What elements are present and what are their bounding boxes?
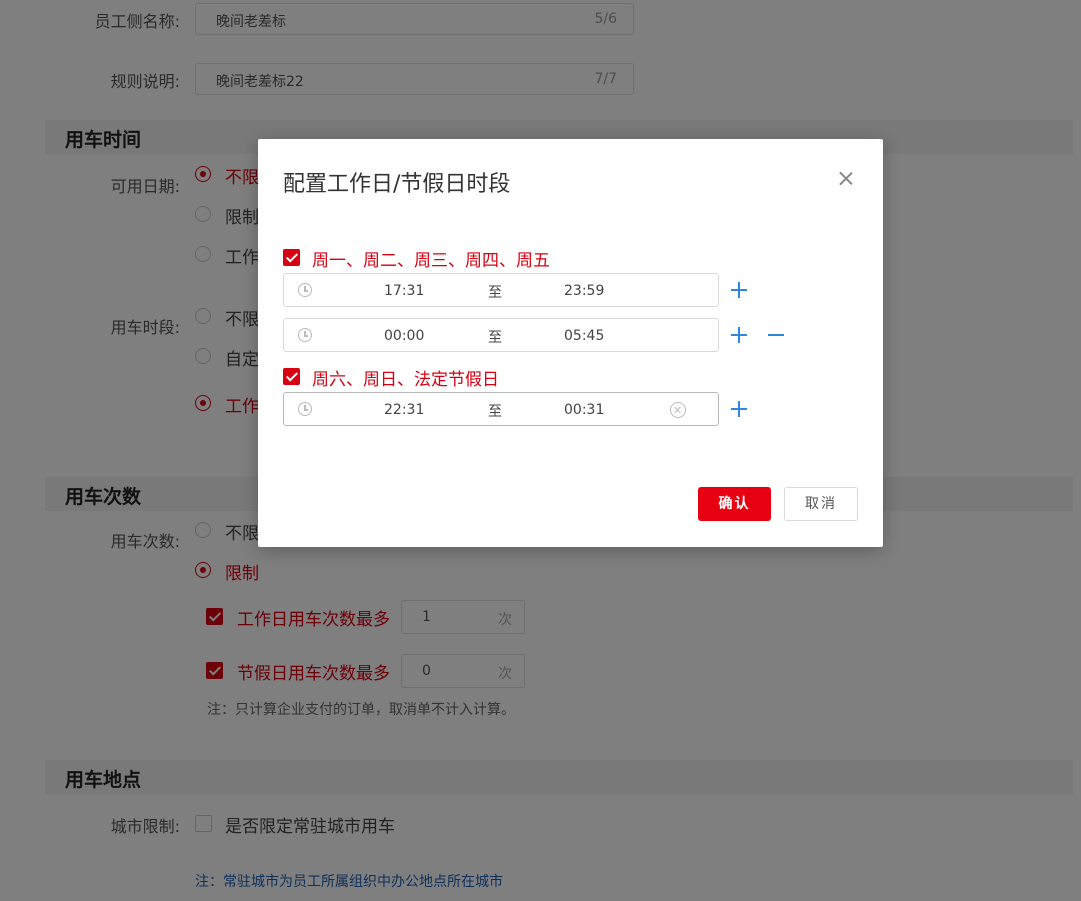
- add-range-plus-icon[interactable]: [731, 327, 747, 343]
- dialog-title: 配置工作日/节假日时段: [283, 172, 511, 197]
- workday-time-range-2[interactable]: 00:00 至 05:45: [283, 318, 719, 352]
- range-end-time[interactable]: 05:45: [564, 328, 604, 344]
- holiday-group-label: 周六、周日、法定节假日: [312, 370, 499, 390]
- time-config-dialog: 配置工作日/节假日时段 周一、周二、周三、周四、周五 17:31 至 23:59…: [258, 139, 883, 547]
- clear-circle-x-icon[interactable]: [670, 402, 686, 418]
- range-separator: 至: [488, 330, 502, 346]
- close-icon[interactable]: [836, 169, 856, 189]
- range-start-time[interactable]: 22:31: [384, 402, 424, 418]
- workday-group-checkbox[interactable]: [283, 249, 300, 266]
- clock-icon: [298, 328, 312, 342]
- confirm-button[interactable]: 确认: [698, 487, 771, 521]
- clock-icon: [298, 402, 312, 416]
- workday-time-range-1[interactable]: 17:31 至 23:59: [283, 273, 719, 307]
- range-start-time[interactable]: 00:00: [384, 328, 424, 344]
- clock-icon: [298, 283, 312, 297]
- holiday-group-checkbox[interactable]: [283, 368, 300, 385]
- remove-range-minus-icon[interactable]: [768, 327, 784, 343]
- workday-group-label: 周一、周二、周三、周四、周五: [312, 251, 550, 271]
- range-end-time[interactable]: 00:31: [564, 402, 604, 418]
- add-range-plus-icon[interactable]: [731, 282, 747, 298]
- add-range-plus-icon[interactable]: [731, 401, 747, 417]
- holiday-time-range-1[interactable]: 22:31 至 00:31: [283, 392, 719, 426]
- range-separator: 至: [488, 404, 502, 420]
- range-start-time[interactable]: 17:31: [384, 283, 424, 299]
- range-separator: 至: [488, 285, 502, 301]
- range-end-time[interactable]: 23:59: [564, 283, 604, 299]
- cancel-button[interactable]: 取消: [784, 487, 858, 521]
